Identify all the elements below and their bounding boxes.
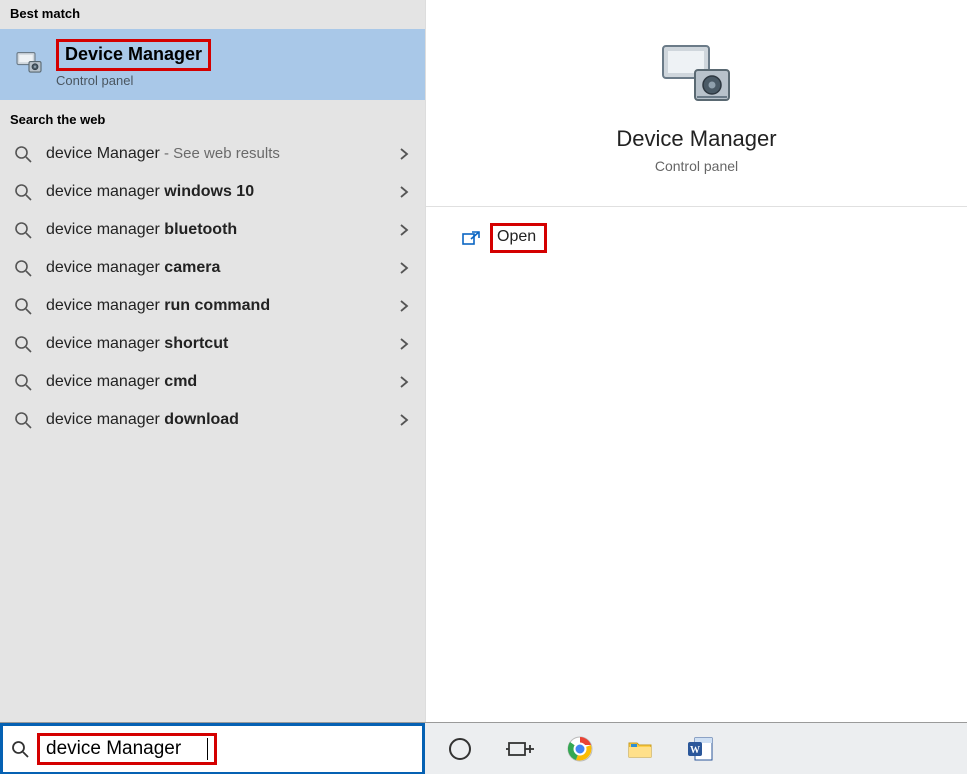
search-icon: [14, 297, 32, 315]
chevron-right-icon: [397, 299, 411, 313]
web-result-item[interactable]: device manager shortcut: [0, 325, 425, 363]
details-title: Device Manager: [616, 126, 776, 152]
web-result-item[interactable]: device manager run command: [0, 287, 425, 325]
chevron-right-icon: [397, 413, 411, 427]
task-view-icon: [506, 735, 534, 763]
chevron-right-icon: [397, 223, 411, 237]
svg-text:W: W: [690, 745, 700, 756]
taskbar: W: [0, 722, 967, 774]
taskbar-search-box[interactable]: [0, 723, 425, 774]
web-result-label: device manager download: [46, 411, 383, 429]
web-result-item[interactable]: device manager download: [0, 401, 425, 439]
web-result-label: device manager camera: [46, 259, 383, 277]
file-explorer-button[interactable]: [623, 732, 657, 766]
web-result-item[interactable]: device Manager - See web results: [0, 135, 425, 173]
chevron-right-icon: [397, 185, 411, 199]
open-action[interactable]: Open: [426, 207, 967, 269]
highlight-open: Open: [490, 223, 547, 253]
search-icon: [14, 183, 32, 201]
search-icon: [11, 740, 29, 758]
search-icon: [14, 373, 32, 391]
search-results-pane: Best match Device Manager Control: [0, 0, 425, 722]
chevron-right-icon: [397, 375, 411, 389]
chrome-button[interactable]: [563, 732, 597, 766]
search-icon: [14, 259, 32, 277]
web-result-item[interactable]: device manager windows 10: [0, 173, 425, 211]
web-result-item[interactable]: device manager cmd: [0, 363, 425, 401]
web-result-label: device manager run command: [46, 297, 383, 315]
chevron-right-icon: [397, 337, 411, 351]
search-icon: [14, 145, 32, 163]
best-match-title: Device Manager: [65, 44, 202, 64]
word-button[interactable]: W: [683, 732, 717, 766]
text-caret: [207, 738, 208, 760]
search-icon: [14, 335, 32, 353]
chrome-icon: [566, 735, 594, 763]
task-view-button[interactable]: [503, 732, 537, 766]
highlight-best-match: Device Manager: [56, 39, 211, 71]
search-web-header: Search the web: [0, 100, 425, 135]
search-icon: [14, 221, 32, 239]
best-match-header: Best match: [0, 0, 425, 29]
highlight-search-input: [37, 733, 217, 765]
details-subtitle: Control panel: [655, 158, 738, 174]
chevron-right-icon: [397, 261, 411, 275]
web-result-label: device manager shortcut: [46, 335, 383, 353]
file-explorer-icon: [626, 735, 654, 763]
best-match-item[interactable]: Device Manager Control panel: [0, 29, 425, 100]
web-results-list: device Manager - See web results device m…: [0, 135, 425, 439]
web-result-label: device manager bluetooth: [46, 221, 383, 239]
device-manager-icon: [14, 48, 44, 78]
device-manager-icon: [657, 40, 737, 110]
web-result-label: device manager windows 10: [46, 183, 383, 201]
chevron-right-icon: [397, 147, 411, 161]
best-match-subtitle: Control panel: [56, 73, 211, 88]
details-pane: Device Manager Control panel Open: [425, 0, 967, 722]
open-external-icon: [462, 230, 480, 246]
open-label: Open: [497, 228, 536, 245]
word-icon: W: [686, 735, 714, 763]
cortana-button[interactable]: [443, 732, 477, 766]
web-result-label: device Manager - See web results: [46, 145, 383, 163]
web-result-label: device manager cmd: [46, 373, 383, 391]
cortana-icon: [449, 738, 471, 760]
web-result-item[interactable]: device manager camera: [0, 249, 425, 287]
search-input[interactable]: [46, 738, 206, 760]
web-result-item[interactable]: device manager bluetooth: [0, 211, 425, 249]
search-icon: [14, 411, 32, 429]
